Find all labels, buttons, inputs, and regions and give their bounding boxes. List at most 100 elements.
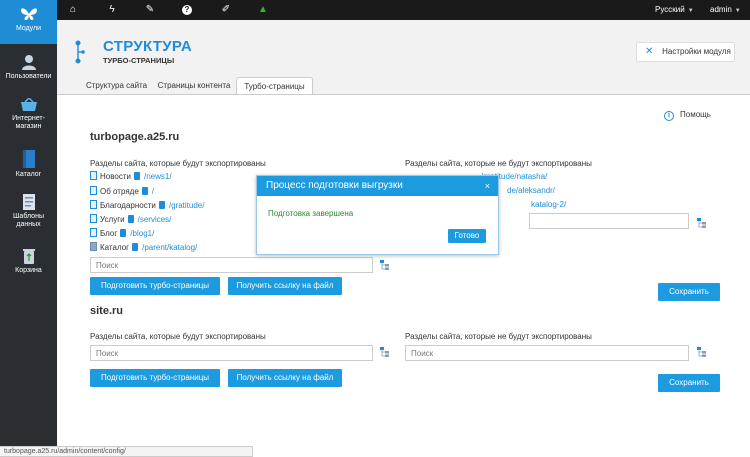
book-icon	[22, 150, 35, 168]
item-link[interactable]: /gratitude/	[169, 201, 205, 210]
help-link[interactable]: i Помощь	[664, 110, 711, 121]
chevron-down-icon: ▼	[734, 8, 741, 14]
list-item[interactable]: Благодарности/gratitude/	[90, 200, 204, 212]
info-icon: i	[664, 111, 674, 121]
get-file-link-button[interactable]: Получить ссылку на файл	[228, 277, 342, 295]
item-name: Новости	[100, 172, 131, 181]
structure-icon	[75, 40, 85, 64]
butterfly-icon	[20, 8, 37, 20]
page-title: СТРУКТУРА	[103, 38, 193, 55]
sidebar-item-label: Корзина	[15, 267, 42, 274]
user-name: admin	[710, 5, 732, 14]
exported-search-input[interactable]	[90, 345, 373, 361]
item-link[interactable]: /services/	[138, 215, 172, 224]
tab-site-structure[interactable]: Структура сайта	[81, 77, 152, 94]
tree-select-icon[interactable]	[380, 347, 390, 357]
save-button[interactable]: Сохранить	[658, 283, 720, 301]
page-icon	[90, 214, 97, 223]
content-panel: i Помощь turbopage.a25.ru Разделы сайта, …	[57, 94, 750, 457]
not-exported-label: Разделы сайта, которые не будут экспорти…	[405, 159, 592, 168]
page-icon	[90, 200, 97, 209]
list-item[interactable]: Новости/news1/	[90, 171, 172, 183]
item-link[interactable]: /news1/	[144, 172, 172, 181]
tree-select-icon[interactable]	[697, 347, 707, 357]
sidebar-item-templates[interactable]: Шаблоны данных	[0, 194, 57, 236]
page-icon	[90, 171, 97, 180]
language-select[interactable]: Русский ▼	[655, 5, 694, 14]
item-name: Об отряде	[100, 187, 139, 196]
help-label: Помощь	[680, 110, 711, 119]
trash-icon[interactable]	[133, 172, 140, 180]
item-name: Услуги	[100, 215, 125, 224]
page-icon	[90, 186, 97, 195]
home-icon[interactable]: ⌂	[67, 4, 79, 16]
done-button[interactable]: Готово	[448, 229, 486, 243]
sidebar-item-label: Модули	[15, 25, 42, 32]
not-exported-search-input[interactable]	[529, 213, 689, 229]
list-item[interactable]: Каталог/parent/katalog/	[90, 242, 197, 254]
user-icon	[21, 55, 36, 70]
sidebar-item-trash[interactable]: Корзина	[0, 248, 57, 280]
exported-label: Разделы сайта, которые будут экспортиров…	[90, 159, 266, 168]
sidebar-item-shop[interactable]: Интернет- магазин	[0, 98, 57, 138]
status-url-bar: turbopage.a25.ru/admin/content/config/	[0, 446, 253, 457]
dialog-title: Процесс подготовки выгрузки	[266, 180, 403, 191]
list-item[interactable]: Блог/blog1/	[90, 228, 154, 240]
sidebar-item-label: Каталог	[15, 171, 42, 178]
sidebar-item-label: Пользователи	[5, 73, 52, 80]
pencil-icon[interactable]: ✎	[144, 4, 156, 16]
sidebar-item-modules[interactable]: Модули	[0, 0, 57, 44]
trash-icon[interactable]	[158, 201, 165, 209]
warning-icon[interactable]: ▲	[257, 4, 269, 16]
item-link[interactable]: /parent/katalog/	[142, 243, 197, 252]
not-exported-label: Разделы сайта, которые не будут экспорти…	[405, 332, 592, 341]
list-item[interactable]: Услуги/services/	[90, 214, 171, 226]
sidebar-item-label: Интернет- магазин	[12, 115, 45, 130]
not-exported-search-input[interactable]	[405, 345, 689, 361]
basket-icon	[20, 98, 37, 111]
tree-select-icon[interactable]	[697, 218, 707, 228]
item-link[interactable]: /	[152, 187, 154, 196]
sidebar: Модули Пользователи Интернет- магазин Ка…	[0, 0, 57, 457]
page-subtitle: ТУРБО-СТРАНИЦЫ	[103, 56, 175, 65]
item-name: Благодарности	[100, 201, 156, 210]
bolt-icon[interactable]: ϟ	[106, 4, 118, 16]
item-link[interactable]: katalog-2/	[531, 200, 566, 209]
sidebar-item-label: Шаблоны данных	[13, 213, 44, 228]
brush-icon[interactable]: ✐	[220, 4, 232, 16]
sidebar-item-users[interactable]: Пользователи	[0, 54, 57, 84]
catalog-icon	[90, 242, 97, 251]
save-button[interactable]: Сохранить	[658, 374, 720, 392]
close-icon[interactable]: ×	[485, 176, 490, 196]
dialog-message: Подготовка завершена	[268, 209, 354, 218]
user-menu[interactable]: admin ▼	[710, 5, 741, 14]
recycle-icon	[22, 249, 35, 264]
help-icon[interactable]: ?	[182, 5, 192, 15]
site-title: turbopage.a25.ru	[90, 131, 180, 143]
page-icon	[90, 228, 97, 237]
item-name: Каталог	[100, 243, 130, 252]
trash-icon[interactable]	[127, 215, 134, 223]
trash-icon[interactable]	[120, 229, 127, 237]
prepare-turbo-pages-button[interactable]: Подготовить турбо-страницы	[90, 369, 220, 387]
module-settings-button[interactable]: ✕ Настройки модуля	[636, 42, 735, 62]
top-bar: ⌂ ϟ ✎ ? ✐ ▲ Русский ▼ admin ▼	[0, 0, 750, 20]
item-name: Блог	[100, 229, 118, 238]
site-title: site.ru	[90, 305, 124, 317]
tree-select-icon[interactable]	[380, 260, 390, 270]
templates-icon	[22, 194, 35, 210]
export-progress-dialog: Процесс подготовки выгрузки × Подготовка…	[256, 175, 499, 255]
get-file-link-button[interactable]: Получить ссылку на файл	[228, 369, 342, 387]
exported-search-input[interactable]	[90, 257, 373, 273]
list-item[interactable]: Об отряде /	[90, 186, 154, 198]
tab-content-pages[interactable]: Страницы контента	[154, 77, 234, 94]
trash-icon[interactable]	[132, 243, 139, 251]
trash-icon[interactable]	[141, 187, 148, 195]
dialog-header: Процесс подготовки выгрузки ×	[257, 176, 498, 196]
sidebar-item-catalog[interactable]: Каталог	[0, 150, 57, 182]
wrench-icon: ✕	[645, 46, 654, 57]
item-link[interactable]: de/aleksandr/	[507, 186, 555, 195]
item-link[interactable]: /blog1/	[130, 229, 154, 238]
tab-turbo-pages[interactable]: Турбо-страницы	[236, 77, 313, 94]
prepare-turbo-pages-button[interactable]: Подготовить турбо-страницы	[90, 277, 220, 295]
